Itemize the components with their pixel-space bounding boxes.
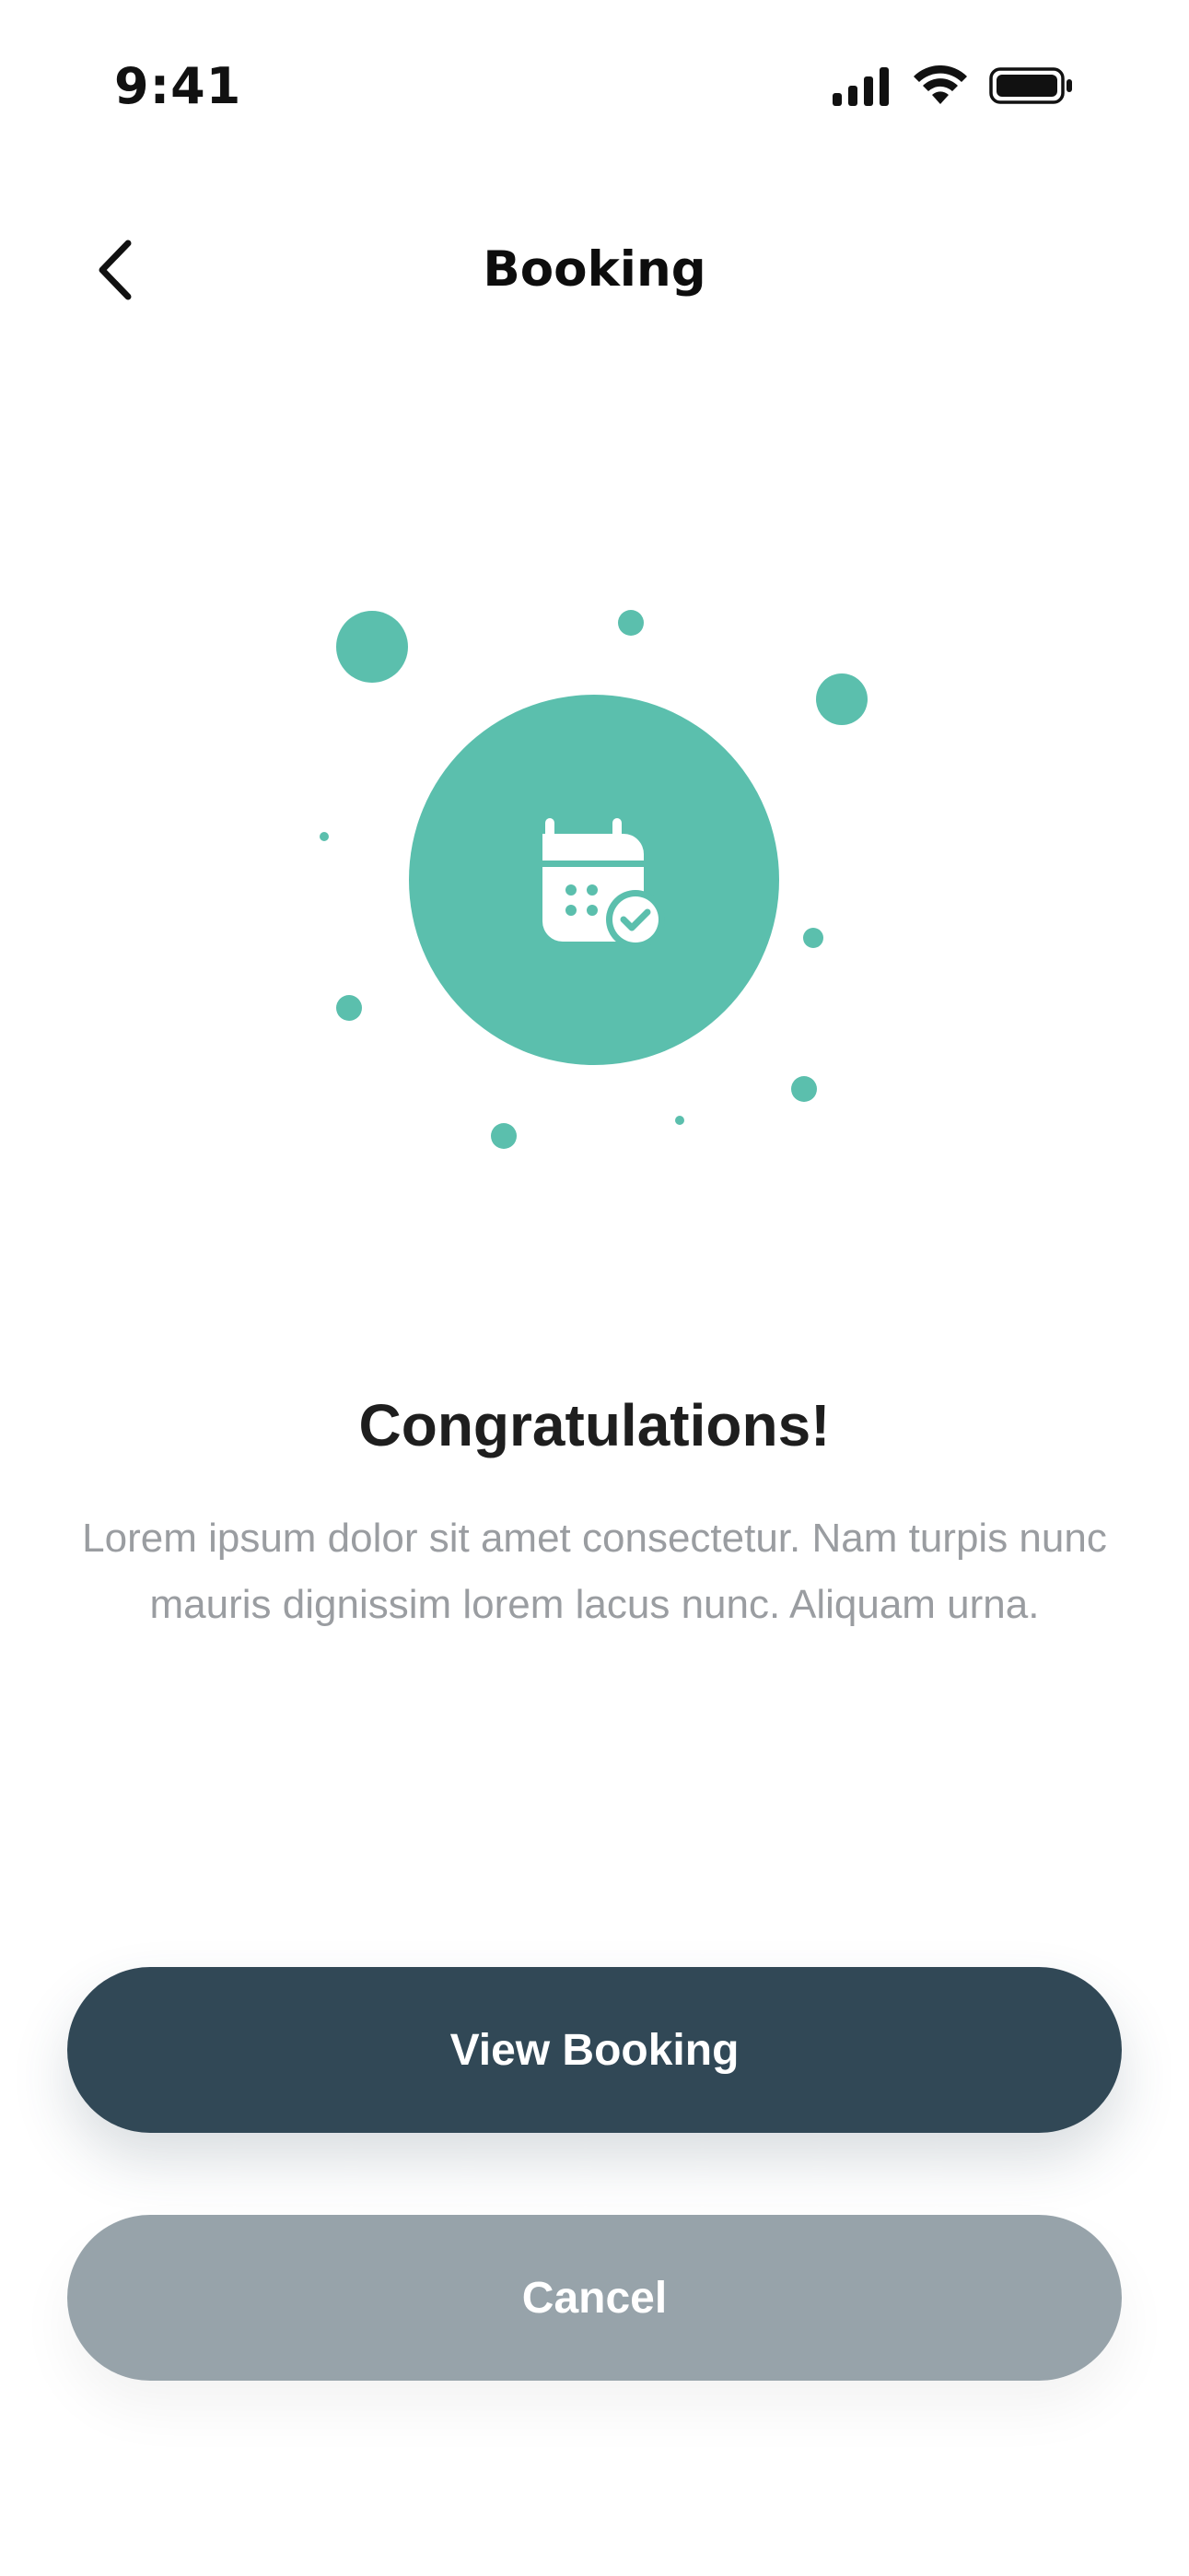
confetti-dot <box>336 611 408 683</box>
view-booking-button[interactable]: View Booking <box>67 1967 1122 2133</box>
confetti-dot <box>675 1116 684 1125</box>
confetti-dot <box>618 610 644 636</box>
message-section: Congratulations! Lorem ipsum dolor sit a… <box>0 1391 1189 1638</box>
confetti-dot <box>816 673 868 725</box>
confetti-dot <box>336 995 362 1021</box>
confetti-dot <box>791 1076 817 1102</box>
headline: Congratulations! <box>358 1392 831 1458</box>
success-illustration <box>320 610 868 1149</box>
confetti-dot <box>491 1123 517 1149</box>
confetti-dot <box>803 928 823 948</box>
confetti-dot <box>320 832 329 841</box>
cancel-button[interactable]: Cancel <box>67 2215 1122 2381</box>
body-text: Lorem ipsum dolor sit amet consectetur. … <box>82 1516 1107 1627</box>
